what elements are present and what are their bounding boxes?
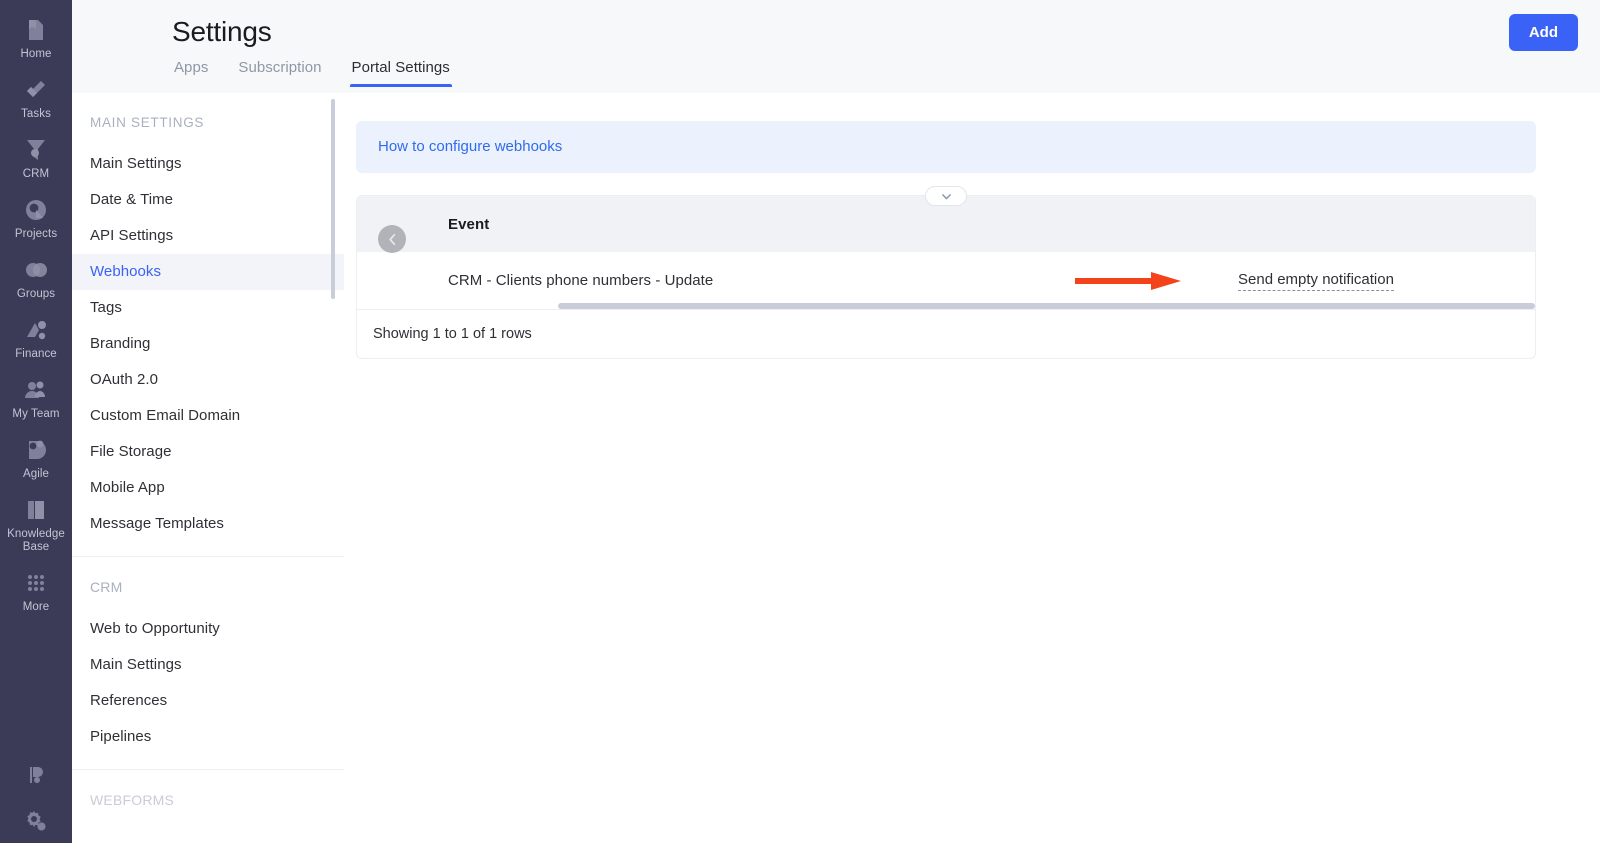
settings-nav-group-title-crm: CRM (90, 579, 123, 595)
how-to-configure-webhooks-link[interactable]: How to configure webhooks (378, 138, 562, 155)
projects-icon (23, 197, 49, 223)
settings-nav: MAIN SETTINGS Main Settings Date & Time … (72, 93, 344, 843)
table-horizontal-scrollbar[interactable] (558, 303, 1535, 309)
cell-event: CRM - Clients phone numbers - Update (448, 272, 714, 289)
sidebar-item-tasks[interactable]: Tasks (0, 68, 72, 128)
support-icon[interactable] (24, 763, 48, 787)
settings-nav-item-tags[interactable]: Tags (72, 290, 344, 326)
settings-nav-item-branding[interactable]: Branding (72, 326, 344, 362)
sidebar-label: More (22, 601, 50, 613)
sidebar-item-agile[interactable]: Agile (0, 428, 72, 488)
scroll-left-button[interactable] (378, 225, 406, 253)
send-empty-notification-link[interactable]: Send empty notification (1238, 271, 1394, 291)
finance-icon (23, 317, 49, 343)
main-column: Settings Apps Subscription Portal Settin… (72, 0, 1600, 843)
settings-nav-item-oauth[interactable]: OAuth 2.0 (72, 362, 344, 398)
app-root: Home Tasks CRM Projects Groups Finance M… (0, 0, 1600, 843)
page-title: Settings (172, 16, 272, 47)
sidebar-label: Home (20, 48, 52, 60)
table-row[interactable]: CRM - Clients phone numbers - Update Sen… (357, 252, 1535, 310)
settings-nav-item-message-templates[interactable]: Message Templates (72, 506, 344, 542)
settings-nav-scrollbar-thumb[interactable] (331, 99, 335, 299)
my-team-icon (23, 377, 49, 403)
settings-nav-group-title-main: MAIN SETTINGS (90, 115, 205, 130)
settings-nav-item-webhooks[interactable]: Webhooks (72, 254, 344, 290)
sidebar-label: Finance (15, 348, 57, 360)
sidebar-item-groups[interactable]: Groups (0, 248, 72, 308)
sidebar-item-crm[interactable]: CRM (0, 128, 72, 188)
settings-nav-item-api-settings[interactable]: API Settings (72, 218, 344, 254)
sidebar-label: Projects (14, 228, 58, 240)
knowledge-base-icon (23, 497, 49, 523)
sidebar-label: Knowledge Base (7, 528, 65, 553)
settings-nav-item-web-to-opportunity[interactable]: Web to Opportunity (72, 611, 344, 647)
collapse-toggle-button[interactable] (925, 186, 967, 206)
cell-action: Send empty notification (1117, 271, 1535, 291)
settings-nav-item-references[interactable]: References (72, 683, 344, 719)
sidebar-item-knowledge-base[interactable]: Knowledge Base (0, 488, 72, 561)
crm-icon (23, 137, 49, 163)
settings-nav-item-file-storage[interactable]: File Storage (72, 434, 344, 470)
content-area: How to configure webhooks Event CRM - Cl… (344, 93, 1600, 843)
page-body: MAIN SETTINGS Main Settings Date & Time … (72, 93, 1600, 843)
sidebar-label: Groups (16, 288, 56, 300)
sidebar-label: Agile (22, 468, 50, 480)
page-header: Settings Apps Subscription Portal Settin… (72, 0, 1600, 93)
settings-nav-item-custom-email-domain[interactable]: Custom Email Domain (72, 398, 344, 434)
sidebar-item-more[interactable]: More (0, 561, 72, 621)
settings-nav-group-title-webforms: WEBFORMS (90, 792, 175, 808)
sidebar-label: CRM (22, 168, 50, 180)
sidebar-label: My Team (12, 408, 60, 420)
primary-sidebar: Home Tasks CRM Projects Groups Finance M… (0, 0, 72, 843)
sidebar-item-my-team[interactable]: My Team (0, 368, 72, 428)
tab-apps[interactable]: Apps (172, 56, 210, 87)
chevron-left-icon (385, 232, 400, 247)
more-grid-icon (23, 570, 49, 596)
add-button[interactable]: Add (1508, 14, 1578, 51)
groups-icon (23, 257, 49, 283)
settings-nav-item-crm-main-settings[interactable]: Main Settings (72, 647, 344, 683)
home-icon (23, 17, 49, 43)
tasks-icon (23, 77, 49, 103)
webhooks-table-card: Event CRM - Clients phone numbers - Upda… (356, 186, 1536, 359)
sidebar-item-home[interactable]: Home (0, 8, 72, 68)
tab-subscription[interactable]: Subscription (236, 56, 323, 87)
settings-nav-item-pipelines[interactable]: Pipelines (72, 719, 344, 755)
agile-icon (23, 437, 49, 463)
table-footer-count: Showing 1 to 1 of 1 rows (357, 310, 1535, 358)
settings-nav-scrollbar[interactable] (331, 93, 335, 843)
column-header-event[interactable]: Event (357, 216, 489, 233)
sidebar-item-finance[interactable]: Finance (0, 308, 72, 368)
sidebar-label: Tasks (21, 108, 51, 120)
settings-gear-icon[interactable] (24, 809, 48, 833)
header-tabs: Apps Subscription Portal Settings (92, 56, 1600, 87)
chevron-down-icon (940, 190, 953, 203)
sidebar-bottom-actions (0, 763, 72, 833)
settings-nav-item-date-time[interactable]: Date & Time (72, 182, 344, 218)
table-horizontal-scrollbar-thumb[interactable] (558, 303, 1535, 309)
info-banner: How to configure webhooks (356, 121, 1536, 173)
tab-portal-settings[interactable]: Portal Settings (349, 56, 453, 87)
sidebar-item-projects[interactable]: Projects (0, 188, 72, 248)
settings-nav-item-mobile-app[interactable]: Mobile App (72, 470, 344, 506)
settings-nav-item-main-settings[interactable]: Main Settings (72, 146, 344, 182)
